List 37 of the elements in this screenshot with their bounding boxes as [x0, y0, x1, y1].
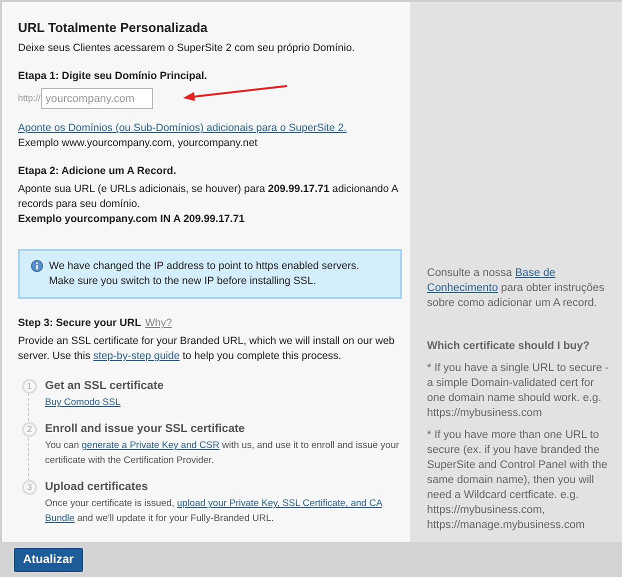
help-text: Consulte a nossa Base de Conhecimento para obter instruções sobre como adicionar um A record.	[427, 266, 606, 311]
step-heading: Etapa 2: Adicione um A Record.	[18, 164, 178, 179]
instructions-text: Provide an SSL certificate for your Branded URL, which we will install on our web server. Use this step-by-step guide to help you complete this process.	[18, 334, 396, 364]
example-text: Exemplo www.yourcompany.com, yourcompany.net	[18, 136, 258, 151]
substep-title: Get an SSL certificate	[45, 379, 164, 394]
sidebar-heading: Which certificate should I buy?	[427, 339, 591, 354]
step-number: 2	[22, 422, 37, 437]
page-title: URL Totalmente Personalizada	[18, 19, 209, 37]
info-icon	[31, 260, 43, 272]
instructions-text: Aponte sua URL (e URLs adicionais, se houver) para 209.99.17.71 adicionando A records para seu domínio.	[18, 182, 400, 212]
link[interactable]: Base de	[515, 267, 556, 279]
link[interactable]: Bundle	[45, 513, 75, 524]
domain-input-field[interactable]: yourcompany.com	[40, 88, 153, 109]
step-number: 1	[22, 379, 37, 394]
link[interactable]: Buy Comodo SSL	[45, 397, 121, 408]
why-link[interactable]: Why?	[145, 316, 172, 331]
link[interactable]: upload your Private Key, SSL Certificate, and CA	[177, 498, 382, 509]
update-button[interactable]: Atualizar	[14, 548, 83, 572]
link[interactable]: Conhecimento	[427, 282, 498, 294]
substep-title: Enroll and issue your SSL certificate	[45, 422, 246, 437]
link[interactable]: step-by-step guide	[93, 350, 180, 362]
substep-title: Upload certificates	[45, 480, 149, 495]
note-text: * If you have a single URL to secure - a simple Domain-validated cert for one domain name should work. e.g. https://mybusiness.com	[427, 361, 610, 421]
link[interactable]: Aponte os Domínios (ou Sub-Domínios) adicionais para o SuperSite 2.	[18, 121, 347, 136]
step-heading: Step 3: Secure your URL	[18, 316, 142, 331]
step-number: 3	[22, 480, 37, 495]
note-text: * If you have more than one URL to secure (ex. if you have branded the SuperSite and Control Panel with the same domain name), then you will need a Wildcard certficate. e.g. https://mybusiness.com, https://manage.mybusiness.com	[427, 428, 608, 533]
notice-text: We have changed the IP address to point to https enabled servers.	[49, 259, 360, 274]
link[interactable]: generate a Private Key and CSR	[82, 440, 220, 451]
substep-text: Once your certificate is issued, upload your Private Key, SSL Certificate, and CA Bundle and we'll update it for your Fully-Branded URL.	[45, 497, 384, 526]
arrow-icon	[181, 84, 289, 102]
subtitle: Deixe seus Clientes acessarem o SuperSite 2 com seu próprio Domínio.	[18, 41, 356, 56]
substep-text: You can generate a Private Key and CSR with us, and use it to enroll and issue your certificate with the Certification Provider.	[45, 439, 400, 468]
step-heading: Etapa 1: Digite seu Domínio Principal.	[18, 69, 208, 84]
notice-text: Make sure you switch to the new IP before installing SSL.	[49, 274, 318, 289]
url-prefix: http://	[18, 92, 41, 105]
example-text: Exemplo yourcompany.com IN A 209.99.17.71	[18, 212, 246, 227]
